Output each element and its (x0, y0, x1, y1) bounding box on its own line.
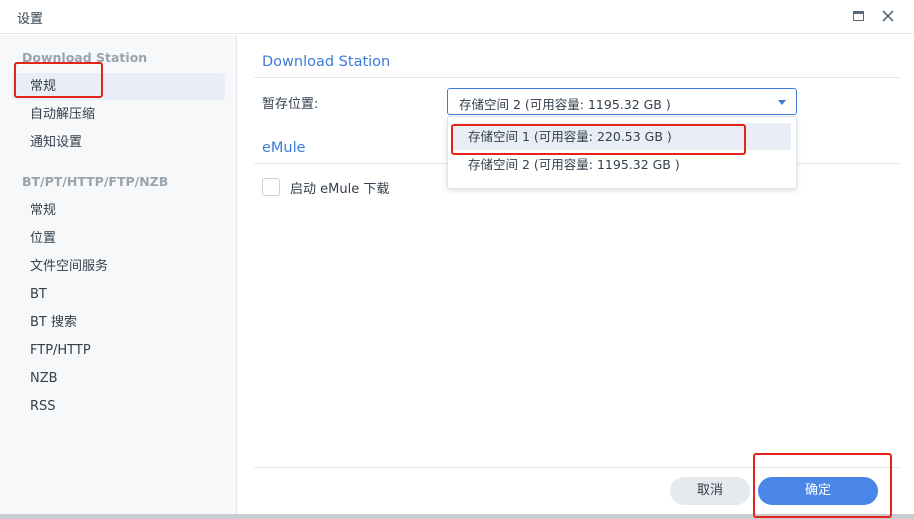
window-bottom-edge (0, 514, 914, 519)
close-button[interactable] (878, 6, 898, 26)
sidebar-item-notifications[interactable]: 通知设置 (12, 129, 225, 156)
sidebar-item-rss[interactable]: RSS (12, 393, 225, 420)
sidebar-item-file-station[interactable]: 文件空间服务 (12, 253, 225, 280)
maximize-button[interactable] (848, 6, 868, 26)
dropdown-option-volume-1[interactable]: 存储空间 1 (可用容量: 220.53 GB ) (453, 123, 791, 150)
sidebar-item-auto-extract[interactable]: 自动解压缩 (12, 101, 225, 128)
close-icon (882, 10, 894, 22)
sidebar-item-nzb[interactable]: NZB (12, 365, 225, 392)
main-panel: Download Station 暂存位置: 存储空间 2 (可用容量: 119… (238, 35, 914, 519)
sidebar-item-bt[interactable]: BT (12, 281, 225, 308)
temp-location-dropdown: 存储空间 1 (可用容量: 220.53 GB ) 存储空间 2 (可用容量: … (447, 116, 797, 189)
emule-enable-label: 启动 eMule 下载 (290, 182, 390, 197)
sidebar-item-bt-general[interactable]: 常规 (12, 197, 225, 224)
section-title-emule: eMule (262, 140, 306, 156)
emule-enable-checkbox[interactable] (262, 178, 280, 196)
sidebar-item-ftp-http[interactable]: FTP/HTTP (12, 337, 225, 364)
sidebar-item-general[interactable]: 常规 (12, 73, 225, 100)
temp-location-value: 存储空间 2 (可用容量: 1195.32 GB ) (459, 97, 671, 112)
temp-location-select[interactable]: 存储空间 2 (可用容量: 1195.32 GB ) (447, 88, 797, 115)
sidebar: Download Station 常规 自动解压缩 通知设置 BT/PT/HTT… (0, 35, 237, 519)
section-title-download-station: Download Station (262, 54, 391, 70)
sidebar-item-location[interactable]: 位置 (12, 225, 225, 252)
temp-location-label: 暂存位置: (262, 97, 319, 112)
chevron-down-icon (778, 100, 786, 105)
dropdown-option-volume-2[interactable]: 存储空间 2 (可用容量: 1195.32 GB ) (453, 151, 791, 178)
sidebar-group-bt-pt: BT/PT/HTTP/FTP/NZB (22, 174, 169, 189)
window-title: 设置 (17, 12, 44, 27)
ok-button[interactable]: 确定 (758, 477, 878, 505)
cancel-button[interactable]: 取消 (670, 477, 750, 505)
settings-window: 设置 Download Station 常规 自动解压缩 通知设置 BT/PT/… (0, 0, 914, 519)
footer-divider (254, 467, 900, 468)
sidebar-group-download-station: Download Station (22, 50, 148, 65)
title-bar: 设置 (0, 0, 914, 34)
maximize-icon (852, 11, 864, 21)
section-divider (254, 77, 900, 78)
sidebar-item-bt-search[interactable]: BT 搜索 (12, 309, 225, 336)
